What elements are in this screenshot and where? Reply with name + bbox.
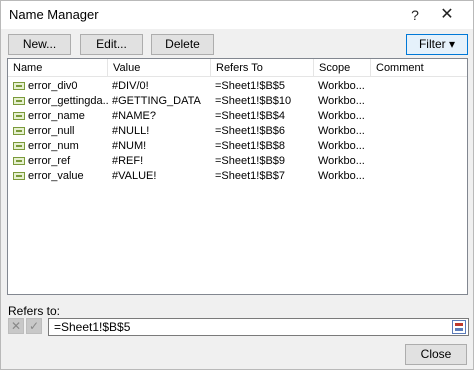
row-value: #NAME?: [112, 110, 157, 122]
table-row[interactable]: error_value #VALUE! =Sheet1!$B$7 Workbo.…: [8, 169, 467, 184]
defined-name-icon: [13, 127, 25, 135]
title-bar: Name Manager ? ✕: [1, 1, 473, 29]
row-refers-to: =Sheet1!$B$5: [215, 80, 286, 92]
row-value: #VALUE!: [112, 170, 157, 182]
row-refers-to: =Sheet1!$B$4: [215, 110, 286, 122]
row-scope: Workbo...: [318, 170, 365, 182]
defined-name-icon: [13, 82, 25, 90]
refers-to-value: =Sheet1!$B$5: [54, 320, 131, 334]
row-refers-to: =Sheet1!$B$10: [215, 95, 292, 107]
row-name: error_name: [28, 110, 85, 122]
table-row[interactable]: error_div0 #DIV/0! =Sheet1!$B$5 Workbo..…: [8, 79, 467, 94]
row-refers-to: =Sheet1!$B$7: [215, 170, 286, 182]
row-value: #NUM!: [112, 140, 147, 152]
edit-button[interactable]: Edit...: [80, 34, 143, 55]
close-button[interactable]: Close: [405, 344, 467, 365]
table-row[interactable]: error_num #NUM! =Sheet1!$B$8 Workbo...: [8, 139, 467, 154]
filter-button[interactable]: Filter ▾: [406, 34, 468, 55]
filter-label: Filter: [418, 37, 446, 51]
cancel-edit-button[interactable]: ✕: [8, 318, 24, 334]
table-row[interactable]: error_name #NAME? =Sheet1!$B$4 Workbo...: [8, 109, 467, 124]
new-button[interactable]: New...: [8, 34, 71, 55]
row-scope: Workbo...: [318, 95, 365, 107]
defined-name-icon: [13, 112, 25, 120]
delete-button[interactable]: Delete: [151, 34, 214, 55]
table-row[interactable]: error_ref #REF! =Sheet1!$B$9 Workbo...: [8, 154, 467, 169]
defined-name-icon: [13, 172, 25, 180]
refers-to-label: Refers to:: [8, 304, 61, 318]
row-refers-to: =Sheet1!$B$6: [215, 125, 286, 137]
help-button[interactable]: ?: [401, 3, 429, 27]
names-list[interactable]: Name Value Refers To Scope Comment error…: [7, 58, 468, 295]
column-header-value[interactable]: Value: [108, 59, 211, 77]
row-scope: Workbo...: [318, 140, 365, 152]
close-icon[interactable]: ✕: [433, 3, 461, 27]
row-value: #REF!: [112, 155, 144, 167]
table-row[interactable]: error_null #NULL! =Sheet1!$B$6 Workbo...: [8, 124, 467, 139]
defined-name-icon: [13, 97, 25, 105]
column-header-name[interactable]: Name: [8, 59, 108, 77]
table-row[interactable]: error_gettingda... #GETTING_DATA =Sheet1…: [8, 94, 467, 109]
row-scope: Workbo...: [318, 110, 365, 122]
defined-name-icon: [13, 142, 25, 150]
row-value: #GETTING_DATA: [112, 95, 201, 107]
list-header: Name Value Refers To Scope Comment: [8, 59, 467, 77]
confirm-edit-button[interactable]: ✓: [26, 318, 42, 334]
column-header-comment[interactable]: Comment: [371, 59, 467, 77]
dialog-title: Name Manager: [9, 7, 99, 22]
row-scope: Workbo...: [318, 80, 365, 92]
row-refers-to: =Sheet1!$B$8: [215, 140, 286, 152]
column-header-scope[interactable]: Scope: [314, 59, 371, 77]
row-name: error_gettingda...: [28, 95, 108, 107]
row-name: error_value: [28, 170, 84, 182]
row-name: error_null: [28, 125, 75, 137]
refers-to-field[interactable]: =Sheet1!$B$5: [48, 318, 469, 336]
chevron-down-icon: ▾: [448, 37, 456, 51]
row-refers-to: =Sheet1!$B$9: [215, 155, 286, 167]
column-header-refers-to[interactable]: Refers To: [211, 59, 314, 77]
name-manager-dialog: Name Manager ? ✕ New... Edit... Delete F…: [0, 0, 474, 370]
row-scope: Workbo...: [318, 155, 365, 167]
row-name: error_div0: [28, 80, 78, 92]
row-name: error_num: [28, 140, 79, 152]
defined-name-icon: [13, 157, 25, 165]
row-scope: Workbo...: [318, 125, 365, 137]
row-value: #DIV/0!: [112, 80, 149, 92]
collapse-dialog-icon[interactable]: [452, 320, 466, 334]
row-name: error_ref: [28, 155, 71, 167]
row-value: #NULL!: [112, 125, 150, 137]
